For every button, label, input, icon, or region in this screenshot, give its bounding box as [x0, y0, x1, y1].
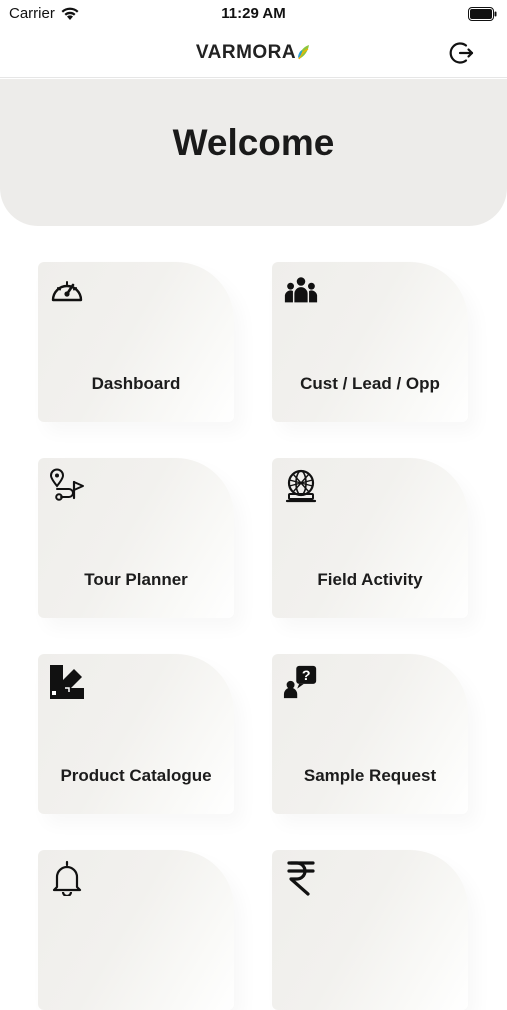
battery-icon	[468, 7, 497, 21]
bell-icon	[49, 860, 85, 896]
swatch-palette-icon	[49, 665, 85, 699]
field-activity-tile[interactable]: Field Activity	[272, 458, 468, 618]
people-group-icon	[283, 273, 319, 307]
sample-request-tile[interactable]: ? Sample Request	[272, 654, 468, 814]
speedometer-icon	[49, 273, 85, 307]
status-time: 11:29 AM	[221, 5, 286, 22]
cust-lead-opp-tile[interactable]: Cust / Lead / Opp	[272, 262, 468, 422]
brand-name: VARMORA	[195, 42, 297, 63]
globe-dome-icon	[283, 469, 319, 503]
welcome-title: Welcome	[172, 121, 335, 163]
product-catalogue-tile[interactable]: Product Catalogue	[38, 654, 234, 814]
brand-logo: VARMORA	[0, 42, 507, 64]
leaf-icon	[298, 45, 310, 60]
welcome-banner: Welcome	[0, 79, 507, 226]
logout-button[interactable]	[447, 38, 477, 68]
tile-label: Cust / Lead / Opp	[300, 374, 440, 393]
payments-tile[interactable]	[272, 850, 468, 1010]
tile-label: Tour Planner	[84, 570, 188, 589]
rupee-icon	[283, 861, 319, 896]
tile-label: Dashboard	[91, 374, 181, 393]
route-location-flag-icon	[49, 468, 85, 503]
logout-icon	[449, 42, 474, 64]
tile-label: Sample Request	[303, 766, 437, 785]
status-bar: Carrier 11:29 AM	[0, 0, 507, 28]
dashboard-tile[interactable]: Dashboard	[38, 262, 234, 422]
notifications-tile[interactable]	[38, 850, 234, 1010]
person-question-icon: ?	[283, 665, 319, 699]
svg-text:?: ?	[302, 668, 311, 684]
tile-label: Product Catalogue	[60, 766, 212, 785]
app-header: VARMORA	[0, 28, 507, 78]
tour-planner-tile[interactable]: Tour Planner	[38, 458, 234, 618]
tile-label: Field Activity	[317, 570, 423, 589]
